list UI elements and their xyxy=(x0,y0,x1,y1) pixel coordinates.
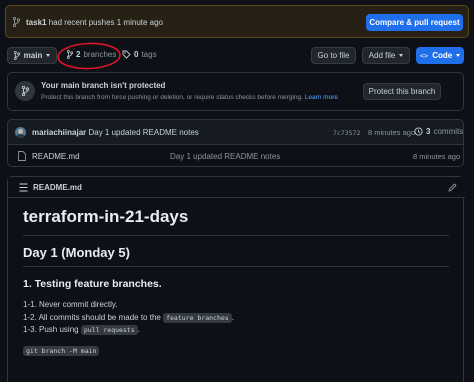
line-3-end: . xyxy=(137,325,140,334)
commit-summary: mariachiinajar Day 1 updated README note… xyxy=(32,128,199,137)
go-to-file-button[interactable]: Go to file xyxy=(311,47,356,64)
commits-count: 3 xyxy=(426,127,431,136)
commit-message[interactable]: Day 1 updated README notes xyxy=(88,128,198,137)
branch-select-button[interactable]: main xyxy=(7,47,57,64)
readme-h1: terraform-in-21-days xyxy=(23,207,189,226)
add-file-button[interactable]: Add file xyxy=(362,47,410,64)
banner-message: had recent pushes 1 minute ago xyxy=(48,18,164,27)
push-banner: task1 had recent pushes 1 minute ago Com… xyxy=(5,5,469,38)
inline-code: feature branches xyxy=(163,313,232,323)
protection-desc-text: Protect this branch from force pushing o… xyxy=(41,94,303,101)
readme-h2: Day 1 (Monday 5) xyxy=(23,245,130,260)
chevron-down-icon xyxy=(46,54,51,57)
file-icon xyxy=(18,151,26,161)
commit-author[interactable]: mariachiinajar xyxy=(32,128,86,137)
branch-icon xyxy=(13,17,21,27)
file-name[interactable]: README.md xyxy=(32,152,80,161)
annotation-circle xyxy=(57,42,121,70)
branch-icon xyxy=(13,51,20,60)
tags-count: 0 xyxy=(134,50,139,59)
commits-link[interactable]: 3 commits xyxy=(414,127,463,136)
file-time: 8 minutes ago xyxy=(413,152,461,161)
readme-title: README.md xyxy=(33,183,82,192)
readme-line-2: 1-2. All commits should be made to the f… xyxy=(23,313,234,323)
readme-line-1: 1-1. Never commit directly. xyxy=(23,300,118,309)
protection-description: Protect this branch from force pushing o… xyxy=(41,94,338,101)
readme-header: README.md xyxy=(8,177,465,198)
tag-icon xyxy=(122,50,131,59)
compare-pull-request-button[interactable]: Compare & pull request xyxy=(366,14,463,31)
commit-time: 8 minutes ago xyxy=(368,128,416,137)
code-block: git branch -M main xyxy=(23,346,100,356)
inline-code: pull requests xyxy=(80,325,138,335)
h2-divider xyxy=(23,266,449,267)
chevron-down-icon xyxy=(456,54,461,57)
avatar[interactable] xyxy=(15,127,26,138)
list-icon[interactable] xyxy=(19,183,28,192)
tags-link[interactable]: 0 tags xyxy=(122,50,157,59)
code-icon: <> xyxy=(419,51,429,60)
banner-branch[interactable]: task1 xyxy=(26,18,46,27)
file-row[interactable]: README.md Day 1 updated README notes 8 m… xyxy=(8,145,463,166)
commit-sha[interactable]: 7c73572 xyxy=(333,129,360,137)
protection-title: Your main branch isn't protected xyxy=(41,81,166,90)
file-browser: mariachiinajar Day 1 updated README note… xyxy=(7,119,464,167)
line-2-end: . xyxy=(231,313,234,322)
learn-more-link[interactable]: Learn more xyxy=(305,94,338,101)
protect-branch-button[interactable]: Protect this branch xyxy=(363,83,441,100)
branch-icon xyxy=(15,81,35,101)
banner-text: task1 had recent pushes 1 minute ago xyxy=(26,18,163,27)
commits-label: commits xyxy=(433,127,464,136)
code-button[interactable]: <> Code xyxy=(416,47,464,64)
latest-commit-bar: mariachiinajar Day 1 updated README note… xyxy=(8,120,463,145)
pencil-icon[interactable] xyxy=(448,183,457,192)
file-commit-message[interactable]: Day 1 updated README notes xyxy=(170,152,280,161)
branch-protection-notice: Your main branch isn't protected Protect… xyxy=(7,72,464,111)
add-file-label: Add file xyxy=(368,51,396,60)
h1-divider xyxy=(23,235,449,236)
branch-select-label: main xyxy=(23,51,43,60)
history-icon xyxy=(414,127,423,136)
readme-line-3: 1-3. Push using pull requests. xyxy=(23,325,140,335)
code-label: Code xyxy=(432,51,453,60)
chevron-down-icon xyxy=(399,54,404,57)
readme-h3: 1. Testing feature branches. xyxy=(23,278,162,290)
line-3-text: 1-3. Push using xyxy=(23,325,79,334)
tags-label: tags xyxy=(141,50,157,59)
readme-panel: README.md terraform-in-21-days Day 1 (Mo… xyxy=(7,176,465,382)
line-2-text: 1-2. All commits should be made to the xyxy=(23,313,161,322)
